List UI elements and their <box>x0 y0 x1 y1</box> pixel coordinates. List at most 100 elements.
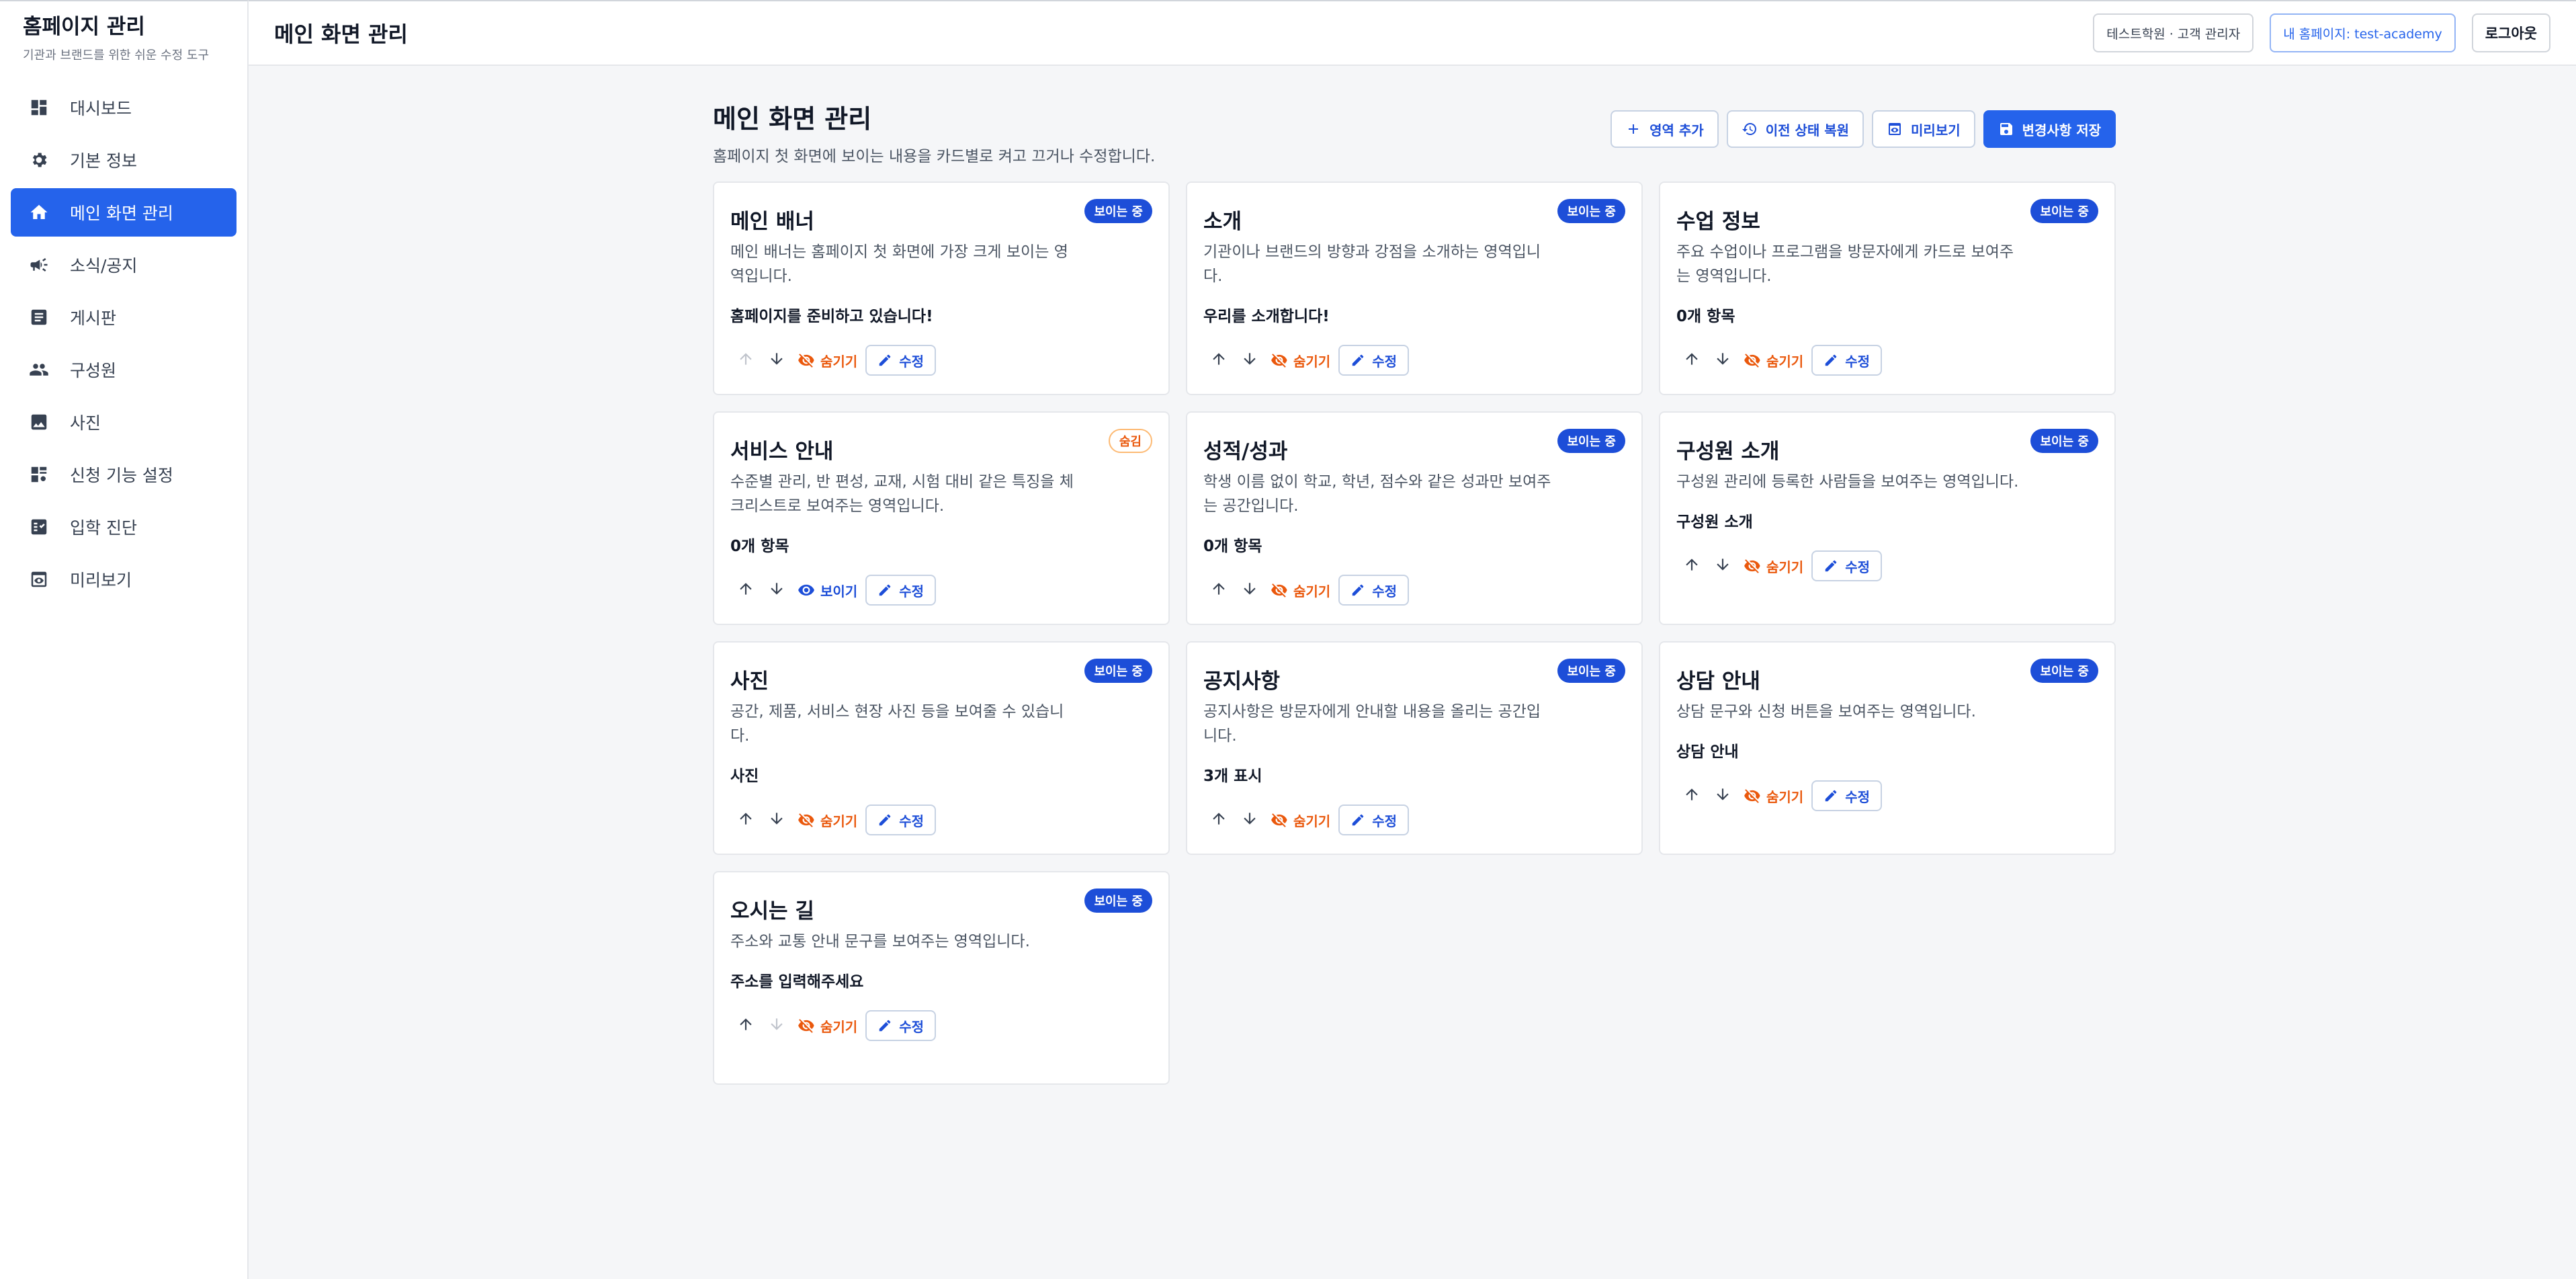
visibility-toggle-label: 숨기기 <box>820 353 858 370</box>
brand-title: 홈페이지 관리 <box>23 15 145 39</box>
move-down-button[interactable] <box>761 575 792 606</box>
card-description: 메인 배너는 홈페이지 첫 화면에 가장 크게 보이는 영역입니다. <box>730 243 1068 285</box>
save-button[interactable]: 변경사항 저장 <box>1983 110 2116 148</box>
edit-label: 수정 <box>899 583 925 600</box>
sidebar-item-preview[interactable]: 미리보기 <box>11 555 237 604</box>
restore-button[interactable]: 이전 상태 복원 <box>1726 110 1864 148</box>
logout-button[interactable]: 로그아웃 <box>2471 13 2550 52</box>
card-description: 학생 이름 없이 학교, 학년, 점수와 같은 성과만 보여주는 공간입니다. <box>1203 473 1551 515</box>
arrow-down-icon <box>768 1016 785 1036</box>
move-down-button[interactable] <box>761 345 792 376</box>
visibility-toggle-button[interactable]: 숨기기 <box>1744 556 1803 576</box>
sidebar-item-people[interactable]: 구성원 <box>11 345 237 394</box>
card-description: 수준별 관리, 반 편성, 교재, 시험 대비 같은 특징을 체크리스트로 보여… <box>730 473 1074 515</box>
move-up-button[interactable] <box>1203 804 1234 835</box>
preview-button[interactable]: 미리보기 <box>1872 110 1975 148</box>
edit-button[interactable]: 수정 <box>1811 550 1883 581</box>
card-summary: 상담 안내 <box>1676 743 1739 761</box>
move-up-button[interactable] <box>1203 575 1234 606</box>
visibility-toggle-label: 숨기기 <box>1293 353 1331 370</box>
edit-button[interactable]: 수정 <box>865 1010 937 1041</box>
move-down-button[interactable] <box>1234 804 1265 835</box>
move-down-button[interactable] <box>1234 575 1265 606</box>
card-description: 공간, 제품, 서비스 현장 사진 등을 보여줄 수 있습니다. <box>730 703 1064 745</box>
sidebar-item-megaphone[interactable]: 소식/공지 <box>11 241 237 289</box>
card-description: 구성원 관리에 등록한 사람들을 보여주는 영역입니다. <box>1676 473 2019 491</box>
visibility-toggle-button[interactable]: 숨기기 <box>1271 581 1330 600</box>
edit-label: 수정 <box>899 813 925 829</box>
move-up-button[interactable] <box>1676 550 1707 581</box>
pencil-icon <box>1350 353 1372 368</box>
card-description: 기관이나 브랜드의 방향과 강점을 소개하는 영역입니다. <box>1203 243 1541 285</box>
card-actions: 숨기기 수정 <box>1676 345 2098 376</box>
edit-label: 수정 <box>1845 788 1871 805</box>
visibility-toggle-button[interactable]: 숨기기 <box>798 811 857 830</box>
arrow-down-icon <box>1714 786 1731 806</box>
sidebar-item-label: 미리보기 <box>70 570 132 590</box>
sidebar-item-image[interactable]: 사진 <box>11 398 237 446</box>
edit-button[interactable]: 수정 <box>865 804 937 835</box>
visibility-toggle-button[interactable]: 숨기기 <box>798 1016 857 1036</box>
move-down-button[interactable] <box>1707 780 1738 811</box>
move-up-button[interactable] <box>1676 345 1707 376</box>
eye-off-icon <box>798 811 820 829</box>
sidebar-item-form-settings[interactable]: 신청 기능 설정 <box>11 450 237 499</box>
edit-button[interactable]: 수정 <box>1811 780 1883 811</box>
visibility-toggle-button[interactable]: 숨기기 <box>798 351 857 370</box>
move-up-button[interactable] <box>730 345 761 376</box>
arrow-up-icon <box>1210 580 1228 600</box>
page-header: 메인 화면 관리 홈페이지 첫 화면에 보이는 내용을 카드별로 켜고 끄거나 … <box>713 94 2116 181</box>
arrow-up-icon <box>1210 350 1228 370</box>
preview-label: 미리보기 <box>1911 122 1961 138</box>
arrow-up-icon <box>1210 810 1228 830</box>
sidebar-item-label: 대시보드 <box>70 98 132 118</box>
visibility-toggle-button[interactable]: 숨기기 <box>1744 786 1803 806</box>
visibility-toggle-button[interactable]: 숨기기 <box>1744 351 1803 370</box>
checklist-icon <box>28 516 50 538</box>
arrow-down-icon <box>768 580 785 600</box>
page-title: 메인 화면 관리 <box>713 104 872 134</box>
section-card: 보이는 중 메인 배너 메인 배너는 홈페이지 첫 화면에 가장 크게 보이는 영역… <box>713 181 1170 395</box>
card-summary: 0개 항목 <box>730 538 789 555</box>
move-down-button[interactable] <box>1707 550 1738 581</box>
save-icon <box>1998 121 2014 137</box>
move-down-button[interactable] <box>1234 345 1265 376</box>
my-site-link[interactable]: 내 홈페이지: test-academy <box>2270 13 2456 52</box>
sidebar-item-dashboard[interactable]: 대시보드 <box>11 83 237 132</box>
card-description: 주요 수업이나 프로그램을 방문자에게 카드로 보여주는 영역입니다. <box>1676 243 2014 285</box>
edit-button[interactable]: 수정 <box>1338 804 1410 835</box>
card-description: 공지사항은 방문자에게 안내할 내용을 올리는 공간입니다. <box>1203 703 1541 745</box>
move-up-button[interactable] <box>730 575 761 606</box>
edit-label: 수정 <box>1372 813 1398 829</box>
move-up-button[interactable] <box>730 1010 761 1041</box>
sidebar-item-checklist[interactable]: 입학 진단 <box>11 503 237 551</box>
edit-button[interactable]: 수정 <box>865 575 937 606</box>
move-up-button[interactable] <box>1203 345 1234 376</box>
move-down-button[interactable] <box>761 1010 792 1041</box>
pencil-icon <box>1350 583 1372 597</box>
arrow-up-icon <box>737 810 755 830</box>
move-down-button[interactable] <box>1707 345 1738 376</box>
visibility-toggle-button[interactable]: 숨기기 <box>1271 811 1330 830</box>
topbar: 메인 화면 관리 테스트학원 · 고객 관리자 내 홈페이지: test-aca… <box>249 0 2576 66</box>
edit-button[interactable]: 수정 <box>1338 345 1410 376</box>
arrow-down-icon <box>1714 556 1731 576</box>
edit-button[interactable]: 수정 <box>865 345 937 376</box>
add-section-button[interactable]: 영역 추가 <box>1611 110 1719 148</box>
restore-label: 이전 상태 복원 <box>1765 122 1850 138</box>
card-description: 주소와 교통 안내 문구를 보여주는 영역입니다. <box>730 933 1030 950</box>
visibility-toggle-button[interactable]: 숨기기 <box>1271 351 1330 370</box>
move-up-button[interactable] <box>1676 780 1707 811</box>
status-badge: 보이는 중 <box>1084 199 1152 223</box>
sidebar-item-article[interactable]: 게시판 <box>11 293 237 341</box>
sidebar-item-gear[interactable]: 기본 정보 <box>11 136 237 184</box>
edit-button[interactable]: 수정 <box>1811 345 1883 376</box>
arrow-down-icon <box>1714 350 1731 370</box>
visibility-toggle-button[interactable]: 보이기 <box>798 581 857 600</box>
move-up-button[interactable] <box>730 804 761 835</box>
section-card: 보이는 중 수업 정보 주요 수업이나 프로그램을 방문자에게 카드로 보여주는 영… <box>1659 181 2116 395</box>
eye-icon <box>798 581 820 599</box>
edit-button[interactable]: 수정 <box>1338 575 1410 606</box>
move-down-button[interactable] <box>761 804 792 835</box>
sidebar-item-home[interactable]: 메인 화면 관리 <box>11 188 237 237</box>
